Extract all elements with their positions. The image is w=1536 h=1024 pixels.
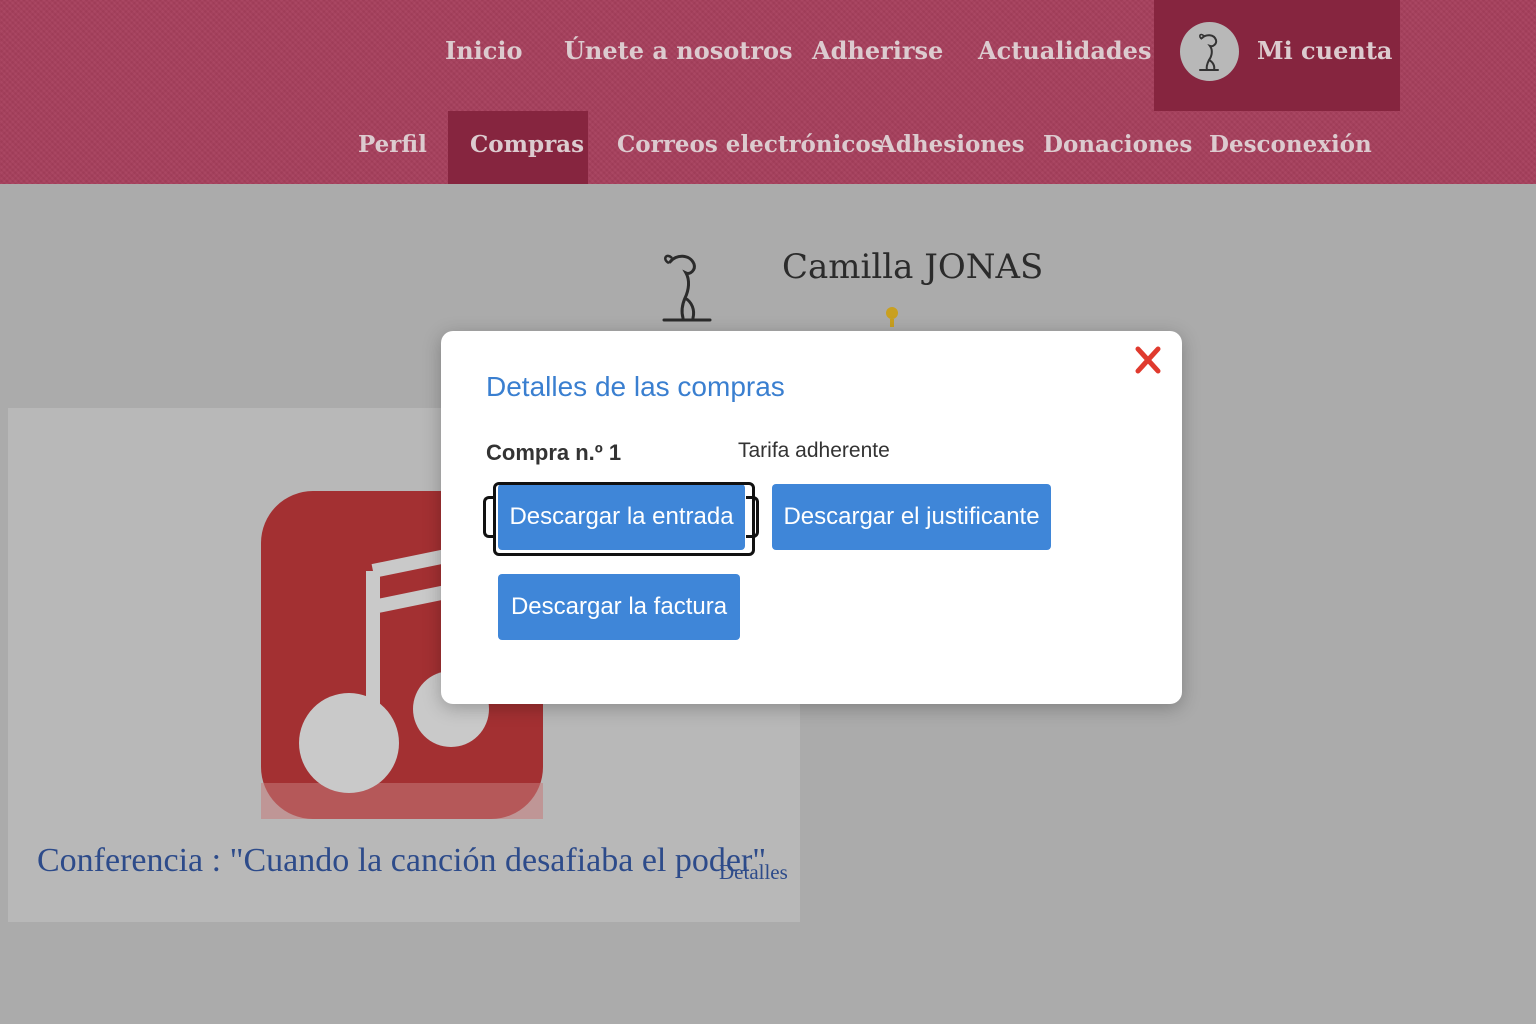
site-header: Inicio Únete a nosotros Adherirse Actual… (0, 0, 1536, 184)
tariff-label: Tarifa adherente (738, 439, 890, 462)
focus-indicator (746, 496, 759, 538)
purchase-details-modal: Detalles de las compras Compra n.º 1 Tar… (441, 331, 1182, 704)
download-invoice-button[interactable]: Descargar la factura (498, 574, 740, 640)
nav-mi-cuenta[interactable]: Mi cuenta (1154, 0, 1400, 111)
focus-indicator (483, 496, 496, 538)
tab-desconexion[interactable]: Desconexión (1209, 131, 1372, 158)
download-ticket-button[interactable]: Descargar la entrada (498, 484, 745, 550)
user-name: Camilla JONAS (782, 247, 1044, 287)
nav-actualidades[interactable]: Actualidades (978, 36, 1151, 65)
modal-title: Detalles de las compras (486, 371, 785, 402)
event-title[interactable]: Conferencia : "Cuando la canción desafia… (37, 842, 766, 880)
tab-correos[interactable]: Correos electrónicos (617, 131, 884, 158)
dancer-logo-icon (1199, 33, 1219, 71)
tab-perfil[interactable]: Perfil (358, 131, 427, 158)
nav-inicio[interactable]: Inicio (445, 36, 523, 65)
dancer-logo-icon (662, 254, 712, 322)
membership-badge-icon (886, 307, 898, 327)
close-icon[interactable] (1134, 345, 1162, 375)
avatar (1180, 22, 1239, 81)
tab-adhesiones[interactable]: Adhesiones (878, 131, 1025, 158)
event-details-link[interactable]: Detalles (719, 860, 788, 885)
download-proof-button[interactable]: Descargar el justificante (772, 484, 1051, 550)
nav-adherirse[interactable]: Adherirse (812, 36, 943, 65)
purchase-number: Compra n.º 1 (486, 440, 622, 465)
tab-compras[interactable]: Compras (470, 131, 584, 158)
nav-unete[interactable]: Únete a nosotros (564, 36, 793, 65)
tab-donaciones[interactable]: Donaciones (1043, 131, 1192, 158)
account-label: Mi cuenta (1257, 36, 1393, 65)
